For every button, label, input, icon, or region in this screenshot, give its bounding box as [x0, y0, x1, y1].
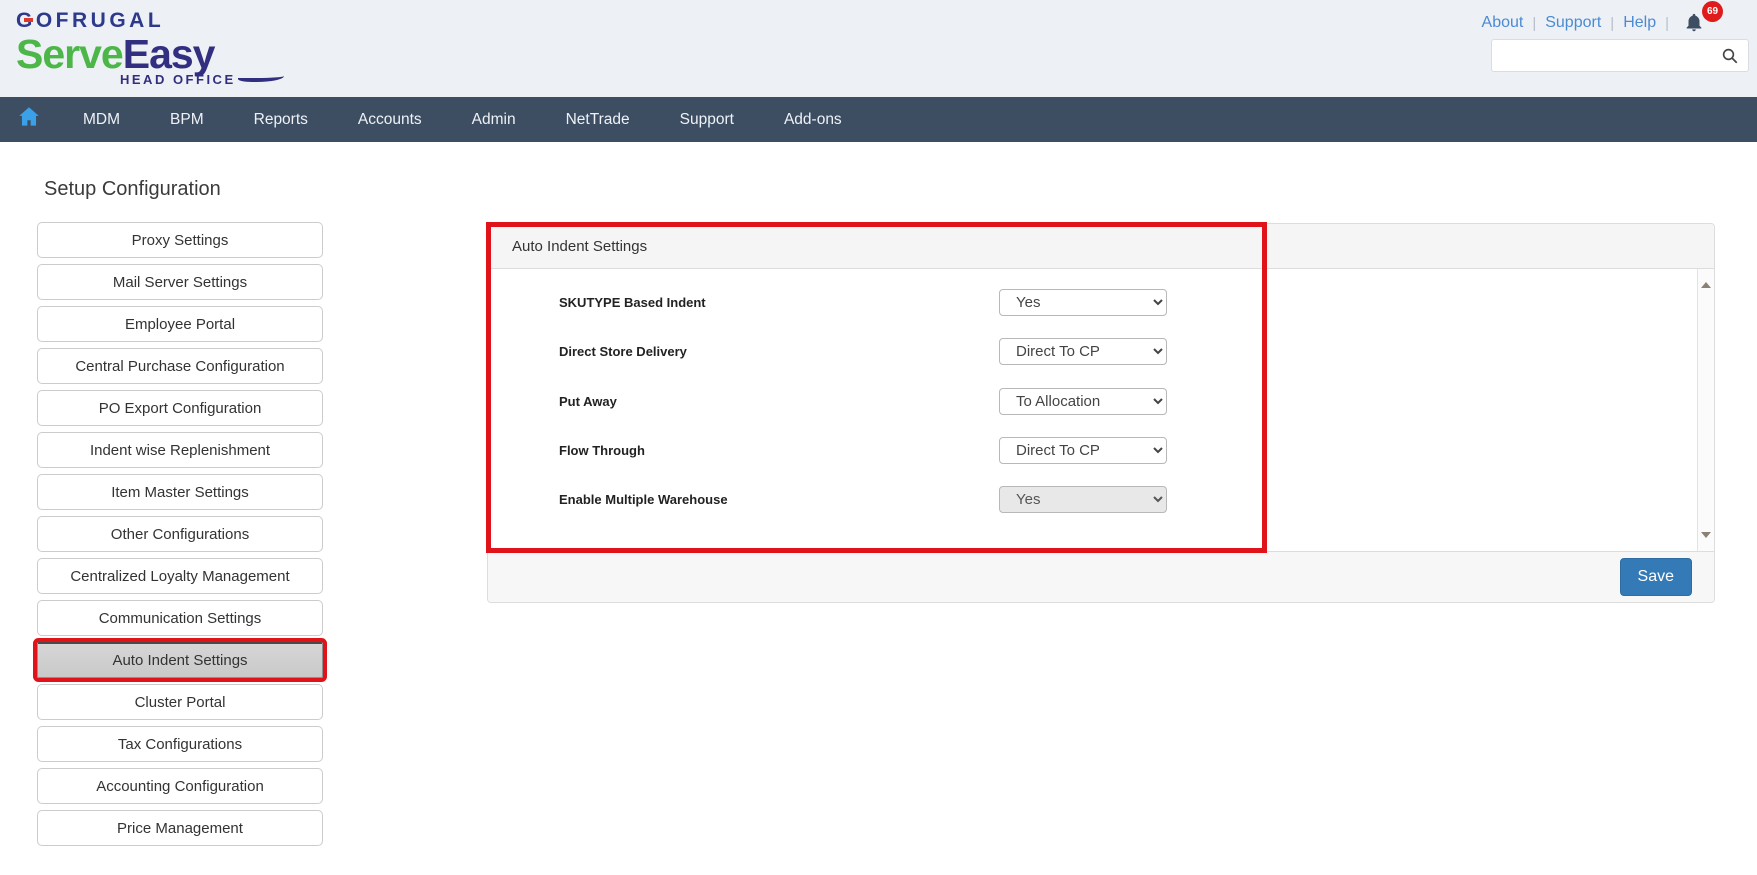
search-input[interactable]	[1492, 40, 1721, 71]
scroll-up-button[interactable]	[1698, 275, 1714, 295]
panel-body: SKUTYPE Based Indent Yes Direct Store De…	[488, 269, 1714, 551]
logo-office-label: HEAD OFFICE	[120, 72, 236, 87]
logo-easy-label: Easy	[122, 31, 216, 77]
sidebar-item-central-purchase-configuration[interactable]: Central Purchase Configuration	[37, 348, 323, 384]
nav-item-reports[interactable]: Reports	[229, 97, 333, 142]
scroll-up-icon	[1701, 282, 1711, 288]
select-direct-store-delivery[interactable]: Direct To CP	[999, 338, 1167, 365]
link-separator: |	[1610, 14, 1615, 32]
sidebar-item-centralized-loyalty-management[interactable]: Centralized Loyalty Management	[37, 558, 323, 594]
select-flow-through[interactable]: Direct To CP	[999, 437, 1167, 464]
logo-company-text: GOFRUGAL	[16, 9, 164, 33]
help-link[interactable]: Help	[1623, 14, 1656, 32]
form-row-flow-through: Flow Through Direct To CP	[488, 437, 1714, 464]
support-link[interactable]: Support	[1545, 14, 1601, 32]
setup-sidebar: Proxy Settings Mail Server Settings Empl…	[37, 222, 323, 846]
field-label-put-away: Put Away	[559, 394, 617, 409]
sidebar-item-proxy-settings[interactable]: Proxy Settings	[37, 222, 323, 258]
link-separator: |	[1665, 14, 1669, 32]
link-separator: |	[1532, 14, 1537, 32]
header-links: About | Support | Help | 69	[1482, 1, 1723, 34]
top-header: GOFRUGAL ServeEasy HEAD OFFICE About | S…	[0, 0, 1757, 97]
logo-serve-label: Serve	[16, 31, 124, 77]
page-title: Setup Configuration	[44, 178, 221, 200]
about-link[interactable]: About	[1482, 14, 1524, 32]
panel-title: Auto Indent Settings	[512, 237, 648, 255]
logo-swoosh	[237, 72, 284, 82]
logo-g-accent	[24, 18, 33, 22]
nav-item-mdm[interactable]: MDM	[58, 97, 145, 142]
form-row-enable-multiple-warehouse: Enable Multiple Warehouse Yes	[488, 486, 1714, 513]
sidebar-item-mail-server-settings[interactable]: Mail Server Settings	[37, 264, 323, 300]
panel-header: Auto Indent Settings	[488, 224, 1714, 269]
field-label-enable-multiple-warehouse: Enable Multiple Warehouse	[559, 492, 728, 507]
field-label-flow-through: Flow Through	[559, 443, 645, 458]
nav-item-accounts[interactable]: Accounts	[333, 97, 447, 142]
scroll-down-button[interactable]	[1698, 525, 1714, 545]
sidebar-item-communication-settings[interactable]: Communication Settings	[37, 600, 323, 636]
select-skutype-based-indent[interactable]: Yes	[999, 289, 1167, 316]
content-area: Setup Configuration Proxy Settings Mail …	[0, 142, 1757, 875]
nav-item-support[interactable]: Support	[655, 97, 759, 142]
sidebar-item-cluster-portal[interactable]: Cluster Portal	[37, 684, 323, 720]
form-row-direct-store-delivery: Direct Store Delivery Direct To CP	[488, 338, 1714, 365]
nav-item-nettrade[interactable]: NetTrade	[541, 97, 655, 142]
sidebar-item-indent-wise-replenishment[interactable]: Indent wise Replenishment	[37, 432, 323, 468]
nav-item-bpm[interactable]: BPM	[145, 97, 229, 142]
notification-bell-wrap: 69	[1683, 1, 1723, 34]
sidebar-item-auto-indent-settings[interactable]: Auto Indent Settings	[37, 642, 323, 678]
search-icon[interactable]	[1721, 47, 1739, 65]
sidebar-item-tax-configurations[interactable]: Tax Configurations	[37, 726, 323, 762]
scroll-down-icon	[1701, 532, 1711, 538]
main-navbar: MDM BPM Reports Accounts Admin NetTrade …	[0, 97, 1757, 142]
sidebar-item-employee-portal[interactable]: Employee Portal	[37, 306, 323, 342]
auto-indent-settings-panel: Auto Indent Settings SKUTYPE Based Inden…	[487, 223, 1715, 603]
select-enable-multiple-warehouse: Yes	[999, 486, 1167, 513]
nav-item-home[interactable]	[0, 97, 58, 142]
bell-icon[interactable]	[1683, 13, 1705, 38]
sidebar-item-po-export-configuration[interactable]: PO Export Configuration	[37, 390, 323, 426]
sidebar-item-item-master-settings[interactable]: Item Master Settings	[37, 474, 323, 510]
form-row-skutype-based-indent: SKUTYPE Based Indent Yes	[488, 289, 1714, 316]
sidebar-item-price-management[interactable]: Price Management	[37, 810, 323, 846]
logo-product-text: ServeEasy	[16, 34, 284, 75]
app-logo: GOFRUGAL ServeEasy HEAD OFFICE	[16, 9, 284, 87]
panel-footer: Save	[488, 551, 1714, 602]
nav-item-admin[interactable]: Admin	[447, 97, 541, 142]
select-put-away[interactable]: To Allocation	[999, 388, 1167, 415]
field-label-direct-store-delivery: Direct Store Delivery	[559, 344, 687, 359]
save-button[interactable]: Save	[1619, 558, 1692, 596]
sidebar-item-accounting-configuration[interactable]: Accounting Configuration	[37, 768, 323, 804]
panel-scrollbar[interactable]	[1697, 269, 1714, 551]
field-label-skutype-based-indent: SKUTYPE Based Indent	[559, 295, 706, 310]
home-icon	[16, 104, 42, 135]
sidebar-item-other-configurations[interactable]: Other Configurations	[37, 516, 323, 552]
search-box	[1491, 39, 1749, 72]
form-row-put-away: Put Away To Allocation	[488, 388, 1714, 415]
logo-company-label: GOFRUGAL	[16, 9, 165, 32]
nav-item-addons[interactable]: Add-ons	[759, 97, 867, 142]
notification-badge[interactable]: 69	[1702, 1, 1723, 22]
